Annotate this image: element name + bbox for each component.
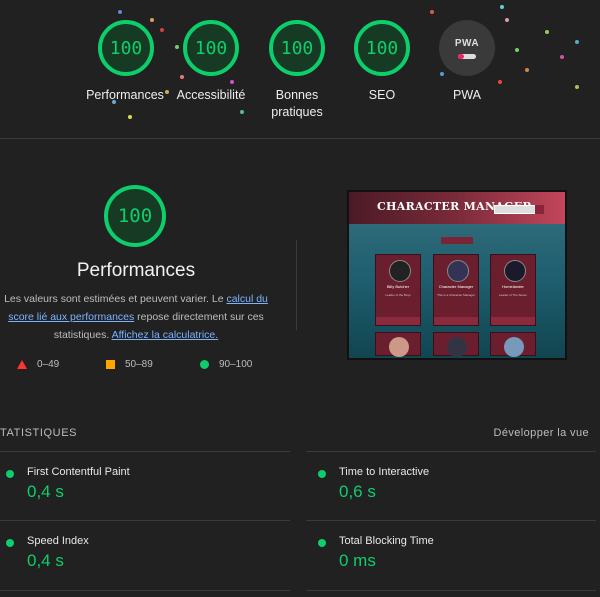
metric-value: 0,4 s xyxy=(27,551,64,570)
metric-divider xyxy=(306,451,596,452)
metric-divider xyxy=(0,520,290,521)
metric-name: Speed Index xyxy=(27,535,89,547)
card-desc: This is a Character Manager xyxy=(437,293,475,297)
circle-icon xyxy=(200,360,209,369)
performance-description: Les valeurs sont estimées et peuvent var… xyxy=(0,290,272,344)
gauge-label-best-practices: Bonnes pratiques xyxy=(271,88,323,119)
performance-title: Performances xyxy=(76,260,196,281)
gauge-score: 100 xyxy=(194,37,228,59)
gauge-label-seo: SEO xyxy=(368,88,396,102)
screenshot-search-input xyxy=(494,205,536,214)
metric-value: 0 ms xyxy=(339,551,376,570)
gauge-label-pwa: PWA xyxy=(452,88,481,102)
screenshot-card: Homelander Leader of The Seven xyxy=(490,254,536,326)
gauge-label-performances: Performances xyxy=(86,88,164,102)
metric-divider xyxy=(0,590,290,591)
calculator-link[interactable]: Affichez la calculatrice. xyxy=(112,329,219,341)
screenshot-search-button xyxy=(535,205,544,214)
card-footer xyxy=(491,317,535,325)
statistics-heading: TATISTIQUES xyxy=(0,427,78,439)
gauge-score: 100 xyxy=(280,37,314,59)
card-footer xyxy=(434,317,478,325)
expand-view-button[interactable]: Développer la vue xyxy=(494,427,589,439)
screenshot-card xyxy=(375,332,421,357)
card-desc: Leader of The Seven xyxy=(499,293,527,297)
gauge-label-accessibility: Accessibilité xyxy=(176,88,246,102)
pass-circle-icon xyxy=(6,539,14,547)
screenshot-card: Character Manager This is a Character Ma… xyxy=(433,254,479,326)
legend-range: 0–49 xyxy=(37,359,60,370)
metric-name: Time to Interactive xyxy=(339,466,430,478)
metric-divider xyxy=(0,451,290,452)
pwa-bar-icon xyxy=(458,53,476,59)
card-name: Billy Butcher xyxy=(386,284,410,289)
avatar xyxy=(447,337,467,357)
vertical-divider xyxy=(296,240,297,330)
avatar xyxy=(504,260,526,282)
description-text: Les valeurs sont estimées et peuvent var… xyxy=(4,293,227,305)
pass-circle-icon xyxy=(6,470,14,478)
square-icon xyxy=(106,360,115,369)
screenshot-card xyxy=(490,332,536,357)
gauge-performances[interactable]: 100 xyxy=(98,20,154,76)
card-desc: Leader of the Boys xyxy=(385,293,411,297)
card-name: Homelander xyxy=(502,284,524,289)
triangle-icon xyxy=(17,360,27,369)
performance-gauge: 100 xyxy=(104,185,166,247)
metric-name: First Contentful Paint xyxy=(27,466,130,478)
pwa-badge[interactable]: PWA xyxy=(439,20,495,76)
legend-average: 50–89 xyxy=(106,359,153,370)
legend-fail: 0–49 xyxy=(17,359,59,370)
card-footer xyxy=(376,317,420,325)
performance-score: 100 xyxy=(117,205,153,227)
metric-value: 0,6 s xyxy=(339,482,376,501)
legend-range: 90–100 xyxy=(219,359,253,370)
section-divider xyxy=(0,138,600,139)
avatar xyxy=(504,337,524,357)
gauge-accessibility[interactable]: 100 xyxy=(183,20,239,76)
metric-value: 0,4 s xyxy=(27,482,64,501)
metric-divider xyxy=(306,590,596,591)
screenshot-card xyxy=(433,332,479,357)
screenshot-card: Billy Butcher Leader of the Boys xyxy=(375,254,421,326)
metric-name: Total Blocking Time xyxy=(339,535,434,547)
gauge-best-practices[interactable]: 100 xyxy=(269,20,325,76)
final-screenshot[interactable]: CHARACTER MANAGER Billy Butcher Leader o… xyxy=(347,190,567,360)
avatar xyxy=(389,337,409,357)
pass-circle-icon xyxy=(318,470,326,478)
pass-circle-icon xyxy=(318,539,326,547)
card-name: Character Manager xyxy=(438,284,474,289)
gauge-seo[interactable]: 100 xyxy=(354,20,410,76)
gauge-score: 100 xyxy=(109,37,143,59)
legend-pass: 90–100 xyxy=(200,359,252,370)
avatar xyxy=(389,260,411,282)
gauge-score: 100 xyxy=(365,37,399,59)
avatar xyxy=(447,260,469,282)
screenshot-new-button xyxy=(441,237,473,244)
pwa-badge-text: PWA xyxy=(454,37,480,49)
metric-divider xyxy=(306,520,596,521)
legend-range: 50–89 xyxy=(125,359,153,370)
